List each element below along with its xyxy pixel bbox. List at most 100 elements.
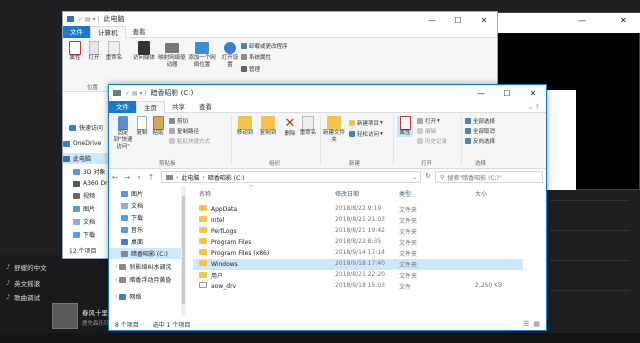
copy-button[interactable]: 复制 bbox=[135, 116, 149, 137]
minimize-button[interactable]: — bbox=[468, 85, 494, 101]
copy-to-button[interactable]: 复制到 bbox=[257, 116, 279, 137]
select-none-icon bbox=[465, 128, 471, 134]
move-to-button[interactable]: 移动到 bbox=[234, 116, 256, 137]
nav-item-pictures[interactable]: 图片 bbox=[121, 188, 143, 199]
edit-button[interactable]: 编辑 bbox=[417, 127, 436, 135]
nav-item-documents[interactable]: 文档 bbox=[121, 200, 143, 211]
playlist-item[interactable]: ♪ 歌曲调试 bbox=[6, 289, 40, 304]
document-icon bbox=[121, 202, 128, 209]
tab-file[interactable]: 文件 bbox=[63, 25, 90, 38]
tab-file[interactable]: 文件 bbox=[109, 100, 136, 113]
column-header-size[interactable]: 大小 bbox=[475, 189, 487, 198]
tab-computer[interactable]: 计算机 bbox=[90, 25, 126, 38]
nav-item-downloads[interactable]: 下载 bbox=[121, 212, 143, 223]
search-input[interactable]: ⚲ 搜索"暗香昭影 (C:)" bbox=[435, 171, 543, 183]
new-folder-button[interactable]: 新建文件夹 bbox=[323, 116, 345, 144]
minimize-icon[interactable]: — bbox=[578, 16, 586, 25]
easy-access-button[interactable]: 轻松访问 ▾ bbox=[349, 130, 383, 138]
album-cover[interactable] bbox=[52, 303, 78, 329]
invert-selection-button[interactable]: 反向选择 bbox=[465, 137, 495, 145]
file-row[interactable]: Program Files 2018/8/22 8:35 文件夹 bbox=[193, 237, 523, 248]
select-all-button[interactable]: 全部选择 bbox=[465, 117, 495, 125]
rename-icon bbox=[302, 116, 314, 130]
close-icon[interactable]: ✕ bbox=[620, 16, 627, 25]
playlist-item[interactable]: ♪ 英文摇滚 bbox=[6, 275, 40, 290]
rename-button[interactable]: 重命名 bbox=[299, 116, 317, 137]
back-icon[interactable]: ← bbox=[109, 173, 121, 182]
nav-item-documents[interactable]: 文档 bbox=[73, 216, 95, 227]
column-header-date[interactable]: 修改日期 bbox=[335, 189, 359, 198]
folder-icon bbox=[199, 249, 207, 255]
file-row[interactable]: AppData 2018/8/22 9:19 文件夹 bbox=[193, 204, 523, 215]
open-button[interactable]: 打开 ▾ bbox=[417, 117, 440, 125]
file-list: 名称 修改日期 类型 大小 ^ AppData 2018/8/22 9:19 文… bbox=[189, 185, 546, 316]
add-network-location-button[interactable]: 添加一个网络位置 bbox=[187, 41, 217, 69]
address-bar[interactable]: › 此电脑 › 暗香昭影 (C:) ⌄ bbox=[161, 171, 421, 183]
rename-icon bbox=[108, 41, 120, 55]
tab-home[interactable]: 主页 bbox=[136, 100, 165, 113]
gear-icon bbox=[224, 42, 236, 54]
large-icons-view-icon[interactable]: ▦ bbox=[533, 320, 540, 328]
nav-item-pictures[interactable]: 图片 bbox=[73, 203, 95, 214]
history-button[interactable]: 历史记录 bbox=[417, 137, 447, 145]
file-row[interactable]: 用户 2018/8/21 22:20 文件夹 bbox=[193, 270, 523, 281]
quick-access-toolbar[interactable]: ✓ ▤ ▾ | bbox=[125, 90, 146, 97]
nav-scrollbar[interactable] bbox=[181, 186, 186, 316]
file-row[interactable]: PerfLogs 2018/8/21 19:42 文件夹 bbox=[193, 226, 523, 237]
breadcrumb-this-pc[interactable]: 此电脑 bbox=[181, 173, 199, 182]
forward-icon[interactable]: → bbox=[121, 173, 133, 182]
map-drive-button[interactable]: 映射网络驱动器 bbox=[158, 41, 186, 69]
properties-button[interactable]: 属性 bbox=[66, 41, 84, 62]
rename-button[interactable]: 重命名 bbox=[104, 41, 124, 62]
uninstall-programs-link[interactable]: 卸载或更改程序 bbox=[241, 42, 288, 50]
nav-item-videos[interactable]: 视频 bbox=[73, 190, 95, 201]
nav-item-quick-access[interactable]: 快速访问 bbox=[69, 122, 103, 133]
paste-button[interactable]: 粘贴 bbox=[151, 116, 165, 137]
column-header-name[interactable]: 名称 bbox=[199, 189, 211, 198]
system-properties-link[interactable]: 系统属性 bbox=[241, 53, 271, 61]
tab-view[interactable]: 查看 bbox=[126, 26, 153, 38]
tab-share[interactable]: 共享 bbox=[165, 101, 192, 113]
properties-button[interactable]: 属性 bbox=[397, 116, 413, 137]
close-button[interactable]: ✕ bbox=[520, 85, 546, 101]
nav-item-desktop[interactable]: 桌面 bbox=[121, 236, 143, 247]
cut-button[interactable]: 剪切 bbox=[169, 117, 188, 125]
file-row[interactable]: Intel 2018/8/21 21:03 文件夹 bbox=[193, 215, 523, 226]
nav-item-3d-objects[interactable]: 3D 对象 bbox=[73, 166, 105, 177]
refresh-icon[interactable]: ↻ bbox=[425, 172, 431, 180]
new-item-button[interactable]: 新建项目 ▾ bbox=[349, 119, 383, 127]
tab-view[interactable]: 查看 bbox=[192, 101, 219, 113]
details-view-icon[interactable]: ☰ bbox=[523, 320, 529, 328]
column-header-type[interactable]: 类型 bbox=[399, 189, 411, 198]
file-row[interactable]: aow_drv 2018/9/18 15:03 文件 2,250 KB bbox=[193, 281, 523, 292]
checklist-icon bbox=[399, 116, 411, 130]
file-row[interactable]: Program Files (x86) 2018/9/14 17:14 文件夹 bbox=[193, 248, 523, 259]
recent-locations-icon[interactable]: ▾ bbox=[133, 175, 145, 181]
paste-shortcut-button[interactable]: 粘贴快捷方式 bbox=[169, 137, 210, 145]
quick-access-toolbar[interactable]: ✓ ▤ ▾ | bbox=[78, 16, 99, 23]
nav-item-drive-e[interactable]: › 暗香浮动月黄昏 bbox=[115, 274, 171, 285]
selection-count: 选中 1 个项目 bbox=[152, 321, 191, 329]
nav-item-drive-d[interactable]: › 刹影绮纠水调沈 bbox=[115, 261, 171, 272]
nav-item-drive-c[interactable]: 暗香昭影 (C:) bbox=[109, 248, 181, 259]
nav-item-onedrive[interactable]: OneDrive bbox=[63, 138, 101, 149]
delete-button[interactable]: ✕ 删除 bbox=[283, 116, 297, 138]
open-button[interactable]: 打开 bbox=[86, 41, 102, 62]
access-media-button[interactable]: 访问媒体 bbox=[132, 41, 156, 62]
network-location-icon bbox=[195, 42, 209, 54]
nav-item-downloads[interactable]: 下载 bbox=[73, 229, 95, 240]
select-none-button[interactable]: 全部取消 bbox=[465, 127, 495, 135]
copy-path-button[interactable]: 复制路径 bbox=[169, 127, 199, 135]
chevron-down-icon[interactable]: ⌄ bbox=[412, 174, 417, 181]
expand-ribbon-icon[interactable]: ⌄ ? bbox=[521, 101, 546, 113]
manage-link[interactable]: 管理 bbox=[241, 65, 260, 73]
pin-quick-access-button[interactable]: 固定到"快速访问" bbox=[111, 116, 135, 151]
maximize-button[interactable]: ☐ bbox=[494, 85, 520, 101]
nav-item-network[interactable]: › 网络 bbox=[115, 291, 141, 302]
open-settings-button[interactable]: 打开设置 bbox=[221, 41, 239, 69]
nav-item-music[interactable]: 音乐 bbox=[121, 224, 143, 235]
playlist-item[interactable]: ♪ 舒缓的中文 bbox=[6, 259, 47, 274]
breadcrumb-drive[interactable]: 暗香昭影 (C:) bbox=[208, 173, 245, 182]
file-row-selected[interactable]: Windows 2018/9/18 17:40 文件夹 bbox=[193, 259, 523, 270]
up-icon[interactable]: ↑ bbox=[145, 173, 157, 182]
